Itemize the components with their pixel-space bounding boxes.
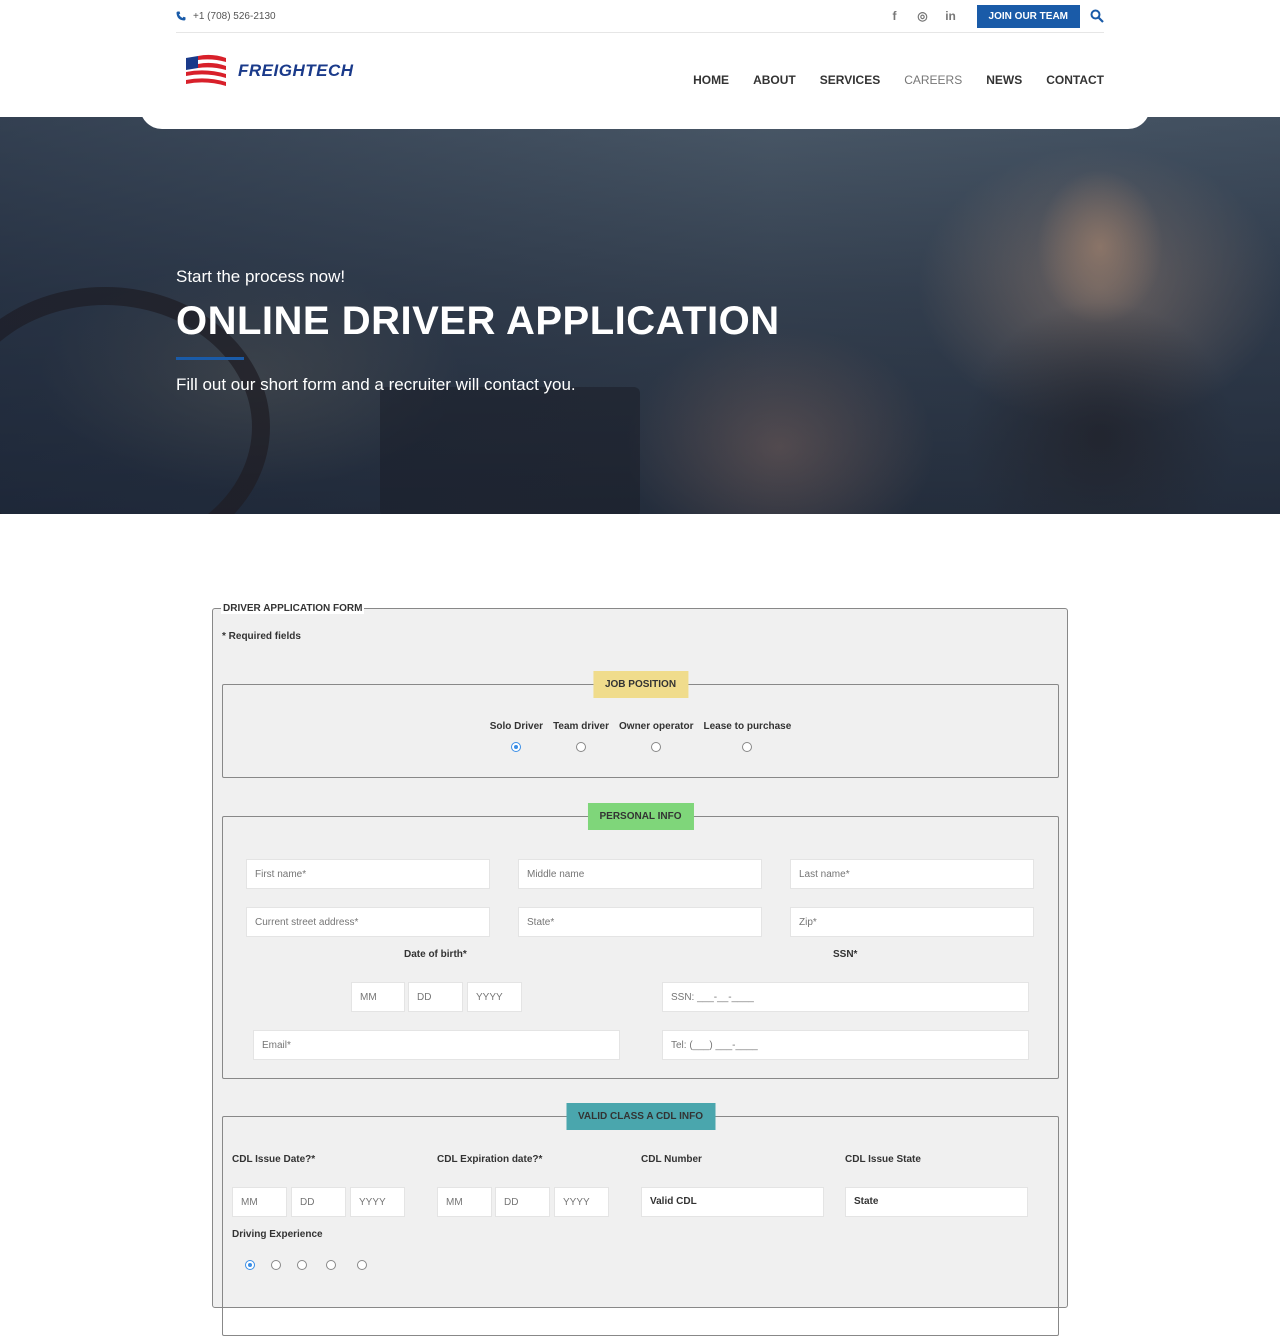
form-legend: DRIVER APPLICATION FORM (221, 603, 365, 614)
nav-contact[interactable]: CONTACT (1046, 73, 1104, 87)
personal-info-section: PERSONAL INFO Date of birth* SSN* (222, 803, 1059, 1079)
cdl-exp-day-input[interactable] (495, 1187, 550, 1217)
street-address-input[interactable] (246, 907, 490, 937)
personal-info-tag: PERSONAL INFO (587, 803, 694, 830)
radio-owner-operator[interactable] (651, 742, 662, 752)
phone-icon (176, 11, 186, 21)
cdl-exp-year-input[interactable] (554, 1187, 609, 1217)
flag-logo-icon (186, 54, 226, 86)
hero-banner: Start the process now! ONLINE DRIVER APP… (0, 117, 1280, 514)
experience-radio-2[interactable] (271, 1260, 281, 1270)
ssn-input[interactable] (662, 982, 1029, 1012)
cdl-issue-date-label: CDL Issue Date?* (232, 1154, 316, 1165)
job-option-owner[interactable]: Owner operator (619, 721, 693, 752)
job-option-label: Team driver (553, 721, 610, 732)
nav-news[interactable]: NEWS (986, 73, 1022, 87)
job-option-label: Owner operator (619, 721, 694, 732)
dob-label: Date of birth* (404, 949, 467, 960)
ssn-label: SSN* (833, 949, 858, 960)
header-curve (140, 117, 1150, 129)
cdl-issue-year-input[interactable] (350, 1187, 405, 1217)
driving-experience-label: Driving Experience (232, 1229, 323, 1240)
zip-input[interactable] (790, 907, 1034, 937)
join-our-team-button[interactable]: JOIN OUR TEAM (976, 4, 1080, 28)
cdl-state-select[interactable]: State (845, 1187, 1028, 1217)
brand-name: FREIGHTECH (238, 61, 354, 80)
phone-number: +1 (708) 526-2130 (193, 10, 276, 22)
job-position-tag: JOB POSITION (592, 671, 689, 698)
first-name-input[interactable] (246, 859, 490, 889)
required-note: * Required fields (222, 631, 301, 642)
cdl-number-input[interactable]: Valid CDL (641, 1187, 824, 1217)
dob-year-input[interactable] (467, 982, 522, 1012)
nav-about[interactable]: ABOUT (753, 73, 796, 87)
cdl-info-section: VALID CLASS A CDL INFO CDL Issue Date?* … (222, 1103, 1059, 1336)
job-option-solo[interactable]: Solo Driver (490, 721, 543, 752)
phone-contact[interactable]: +1 (708) 526-2130 (176, 11, 276, 22)
last-name-input[interactable] (790, 859, 1034, 889)
cdl-issue-month-input[interactable] (232, 1187, 287, 1217)
job-option-lease[interactable]: Lease to purchase (703, 721, 791, 752)
cdl-number-label: CDL Number (641, 1154, 702, 1165)
cdl-exp-month-input[interactable] (437, 1187, 492, 1217)
dob-day-input[interactable] (408, 982, 463, 1012)
radio-solo-driver[interactable] (511, 742, 522, 752)
site-logo[interactable]: FREIGHTECH (184, 54, 354, 88)
hero-underline (176, 357, 244, 360)
experience-radio-1[interactable] (245, 1260, 255, 1270)
email-input[interactable] (253, 1030, 620, 1060)
hero-title: ONLINE DRIVER APPLICATION (176, 299, 780, 343)
facebook-icon[interactable]: f (881, 9, 909, 23)
nav-services[interactable]: SERVICES (820, 73, 880, 87)
linkedin-icon[interactable]: in (937, 9, 965, 23)
experience-radio-4[interactable] (326, 1260, 336, 1270)
cdl-issue-day-input[interactable] (291, 1187, 346, 1217)
top-bar: +1 (708) 526-2130 f ◎ in JOIN OUR TEAM (176, 0, 1104, 33)
dob-month-input[interactable] (351, 982, 405, 1012)
radio-lease-to-purchase[interactable] (742, 742, 753, 752)
state-input[interactable] (518, 907, 762, 937)
middle-name-input[interactable] (518, 859, 762, 889)
job-option-label: Lease to purchase (703, 721, 792, 732)
cdl-info-tag: VALID CLASS A CDL INFO (566, 1103, 715, 1130)
instagram-icon[interactable]: ◎ (909, 9, 937, 23)
phone-input[interactable] (662, 1030, 1029, 1060)
job-position-section: JOB POSITION Solo Driver Team driver Own… (222, 671, 1059, 778)
main-nav: HOME ABOUT SERVICES CAREERS NEWS CONTACT (693, 73, 1104, 87)
job-option-label: Solo Driver (489, 721, 544, 732)
cdl-expiration-label: CDL Expiration date?* (437, 1154, 543, 1165)
experience-radio-3[interactable] (297, 1260, 307, 1270)
search-icon[interactable] (1090, 9, 1104, 23)
hero-lead: Fill out our short form and a recruiter … (176, 375, 576, 394)
hero-subtitle: Start the process now! (176, 267, 346, 286)
nav-home[interactable]: HOME (693, 73, 729, 87)
experience-radio-5[interactable] (357, 1260, 367, 1270)
cdl-state-label: CDL Issue State (845, 1154, 921, 1165)
job-option-team[interactable]: Team driver (553, 721, 609, 752)
radio-team-driver[interactable] (576, 742, 587, 752)
driver-application-form: DRIVER APPLICATION FORM * Required field… (212, 603, 1068, 1336)
nav-careers[interactable]: CAREERS (904, 73, 962, 87)
